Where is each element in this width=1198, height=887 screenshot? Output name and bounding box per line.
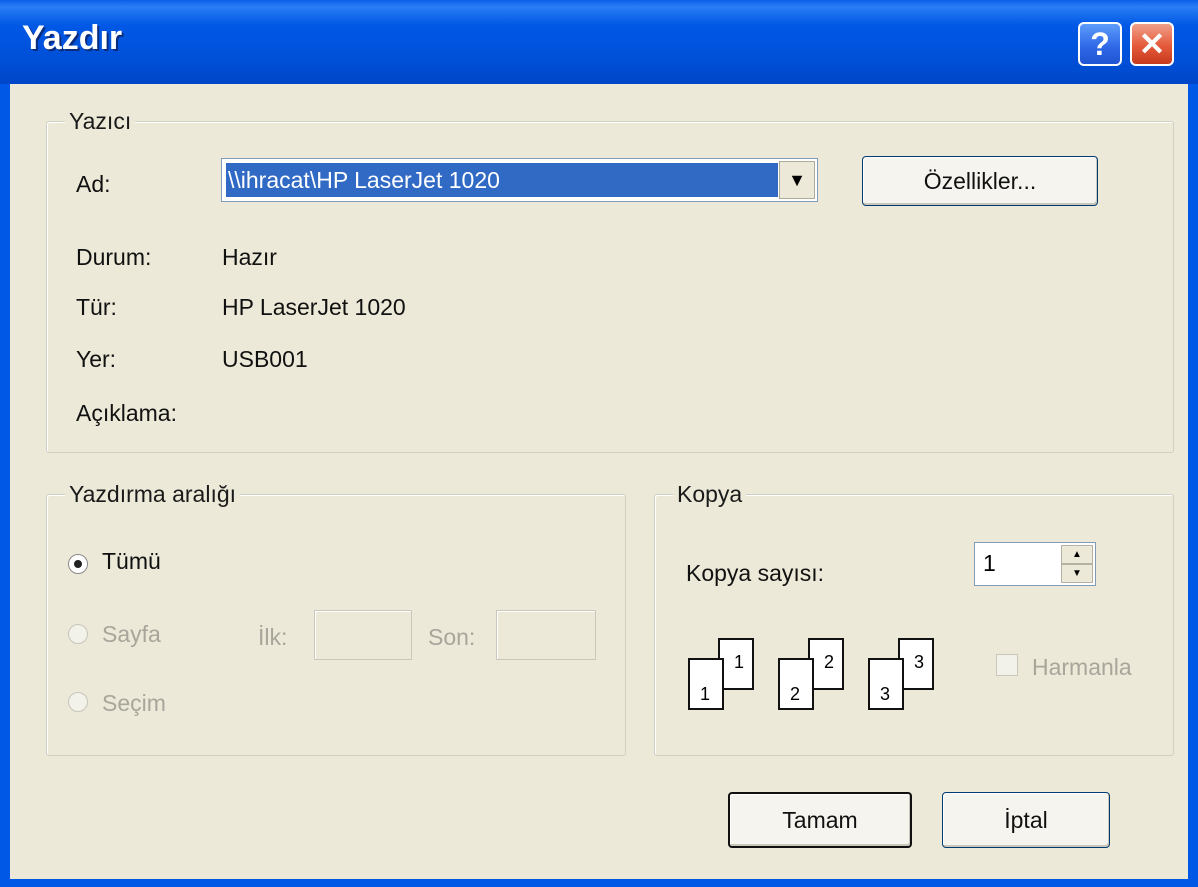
status-label: Durum: (76, 244, 152, 270)
all-pages-radio[interactable] (68, 554, 88, 574)
type-value: HP LaserJet 1020 (222, 294, 406, 320)
copy-count-value: 1 (983, 550, 996, 576)
spin-up-icon[interactable]: ▲ (1061, 545, 1093, 564)
collate-page-front-3: 3 (868, 658, 904, 710)
type-label: Tür: (76, 294, 117, 320)
collate-label[interactable]: Harmanla (1032, 654, 1132, 681)
close-icon: ✕ (1138, 26, 1166, 62)
copy-count-spinner[interactable]: 1 ▲ ▼ (974, 542, 1096, 586)
from-page-label: İlk: (258, 624, 288, 650)
window-title: Yazdır (22, 19, 123, 57)
comment-label: Açıklama: (76, 400, 177, 426)
help-button[interactable]: ? (1078, 22, 1122, 66)
to-page-input[interactable] (496, 610, 596, 660)
selection-radio[interactable] (68, 692, 88, 712)
help-icon: ? (1090, 25, 1110, 62)
dialog-body: Yazıcı Ad: \\ihracat\HP LaserJet 1020 ▼ … (10, 84, 1188, 879)
status-value: Hazır (222, 244, 277, 270)
close-button[interactable]: ✕ (1130, 22, 1174, 66)
ok-button[interactable]: Tamam (728, 792, 912, 848)
print-dialog: Yazdır ? ✕ Yazıcı Ad: \\ihracat\HP Laser… (0, 0, 1198, 887)
properties-button[interactable]: Özellikler... (862, 156, 1098, 206)
selection-label[interactable]: Seçim (102, 690, 166, 717)
from-page-input[interactable] (314, 610, 412, 660)
print-range-group-label: Yazdırma aralığı (65, 481, 241, 508)
cancel-button[interactable]: İptal (942, 792, 1110, 848)
collate-checkbox[interactable] (996, 654, 1018, 676)
copies-group-label: Kopya (673, 481, 747, 508)
copies-group: Kopya (654, 481, 1174, 756)
location-label: Yer: (76, 346, 117, 372)
location-value: USB001 (222, 346, 308, 372)
spin-down-icon[interactable]: ▼ (1061, 564, 1093, 583)
page-range-radio[interactable] (68, 624, 88, 644)
copy-count-label: Kopya sayısı: (686, 560, 825, 586)
printer-name-label: Ad: (76, 171, 111, 197)
chevron-down-icon[interactable]: ▼ (779, 161, 815, 199)
collate-page-front-2: 2 (778, 658, 814, 710)
page-range-label[interactable]: Sayfa (102, 621, 161, 648)
title-bar[interactable]: Yazdır ? ✕ (0, 0, 1198, 84)
collate-page-front-1: 1 (688, 658, 724, 710)
all-pages-label[interactable]: Tümü (102, 548, 161, 575)
to-page-label: Son: (428, 624, 476, 650)
printer-name-dropdown[interactable]: \\ihracat\HP LaserJet 1020 ▼ (221, 158, 818, 202)
printer-group-label: Yazıcı (65, 108, 136, 135)
printer-name-value: \\ihracat\HP LaserJet 1020 (226, 163, 778, 197)
